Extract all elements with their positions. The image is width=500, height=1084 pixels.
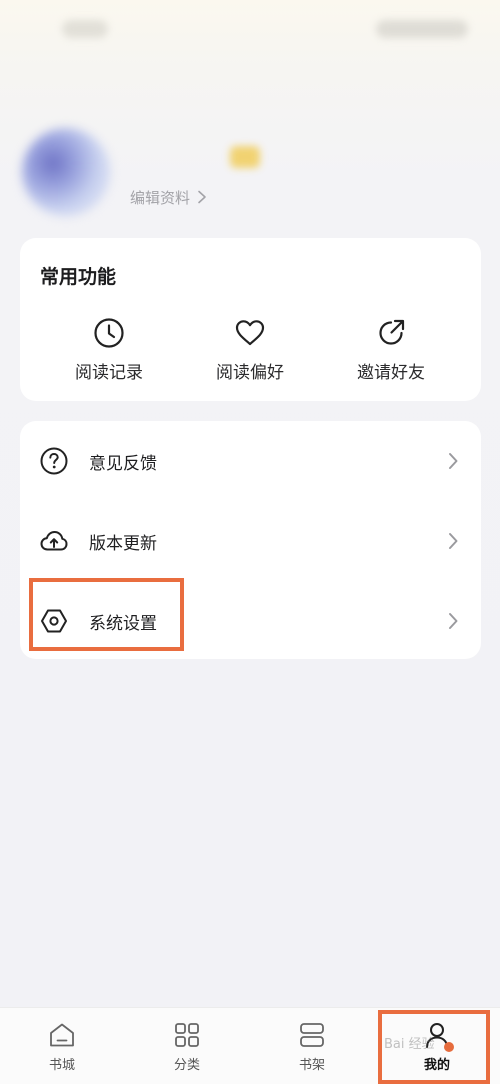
menu-item-version-update[interactable]: 版本更新 — [20, 501, 481, 581]
nav-tab-category[interactable]: 分类 — [142, 1020, 232, 1080]
nav-label-mine: 我的 — [423, 1058, 450, 1073]
notification-dot — [444, 1042, 454, 1052]
profile-header: 编辑资料 — [0, 120, 500, 220]
question-circle-icon — [39, 446, 69, 476]
status-bar — [0, 0, 500, 60]
invite-friends-button[interactable]: 邀请好友 — [331, 316, 451, 386]
edit-profile-label: 编辑资料 — [130, 188, 191, 207]
invite-friends-label: 邀请好友 — [357, 363, 425, 383]
vip-badge — [230, 146, 260, 168]
clock-icon — [92, 316, 126, 350]
nav-tab-mine[interactable]: 我的 — [392, 1020, 482, 1080]
hexagon-settings-icon — [39, 606, 69, 636]
system-settings-label: 系统设置 — [89, 613, 157, 634]
heart-icon — [233, 316, 267, 350]
card-title: 常用功能 — [40, 266, 117, 288]
menu-item-system-settings[interactable]: 系统设置 — [20, 581, 481, 661]
chevron-right-icon — [447, 452, 459, 470]
reading-preference-label: 阅读偏好 — [216, 363, 284, 383]
edit-profile-link[interactable]: 编辑资料 — [130, 186, 208, 208]
cloud-upload-icon — [39, 526, 69, 556]
chevron-right-icon — [447, 612, 459, 630]
chevron-right-icon — [198, 190, 206, 204]
menu-list-card: 意见反馈 版本更新 系统设置 — [20, 421, 481, 659]
username — [130, 142, 260, 172]
reading-history-button[interactable]: 阅读记录 — [49, 316, 169, 386]
grid-icon — [172, 1020, 202, 1050]
nav-label-bookshelf: 书架 — [298, 1058, 325, 1073]
nav-tab-bookstore[interactable]: 书城 — [17, 1020, 107, 1080]
bottom-nav: 书城 分类 书架 我的 — [0, 1007, 500, 1084]
bookshelf-icon — [297, 1020, 327, 1050]
share-arrow-icon — [374, 316, 408, 350]
common-functions-card: 常用功能 阅读记录 阅读偏好 邀请好友 — [20, 238, 481, 401]
nav-label-category: 分类 — [173, 1058, 200, 1073]
nav-tab-bookshelf[interactable]: 书架 — [267, 1020, 357, 1080]
avatar[interactable] — [22, 128, 110, 216]
reading-preference-button[interactable]: 阅读偏好 — [190, 316, 310, 386]
version-update-label: 版本更新 — [89, 533, 157, 554]
status-time — [62, 20, 108, 38]
status-icons — [376, 20, 468, 38]
reading-history-label: 阅读记录 — [75, 363, 143, 383]
menu-item-feedback[interactable]: 意见反馈 — [20, 421, 481, 501]
nav-label-bookstore: 书城 — [48, 1058, 75, 1073]
feedback-label: 意见反馈 — [89, 453, 157, 474]
chevron-right-icon — [447, 532, 459, 550]
home-icon — [47, 1020, 77, 1050]
